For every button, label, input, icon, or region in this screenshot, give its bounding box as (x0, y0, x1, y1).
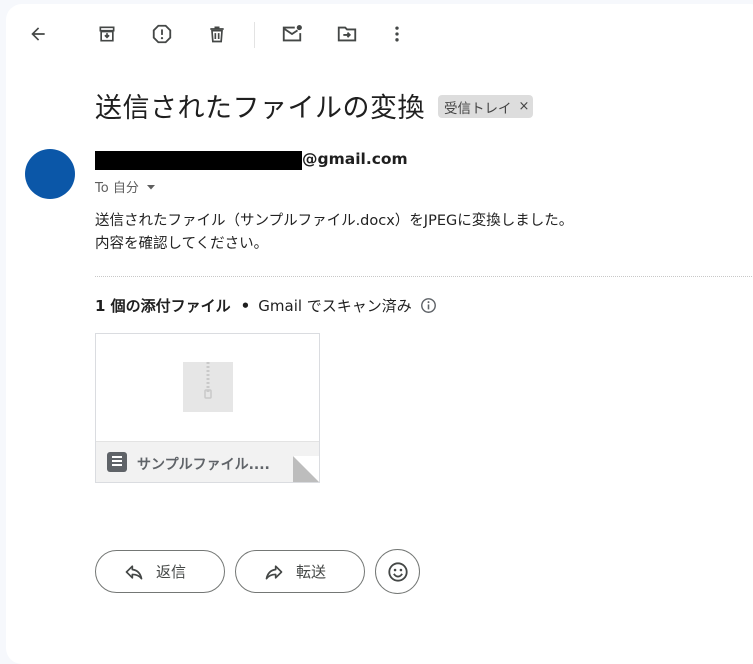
attachment-name: サンプルファイル.... (137, 457, 270, 473)
back-arrow-icon[interactable] (20, 16, 56, 52)
page-fold-corner (293, 456, 319, 482)
label-chip-inbox[interactable]: 受信トレイ × (438, 95, 534, 118)
attachment-preview[interactable] (96, 334, 319, 441)
attachment-footer[interactable]: サンプルファイル.... (96, 441, 319, 482)
delete-icon[interactable] (199, 16, 235, 52)
recipient-text: To 自分 (95, 181, 139, 196)
body-line: 送信されたファイル（サンプルファイル.docx）をJPEGに変換しました。 (95, 213, 574, 229)
attachments-header: 1 個の添付ファイル • Gmail でスキャン済み (95, 295, 437, 316)
forward-icon (265, 564, 283, 579)
email-body: 送信されたファイル（サンプルファイル.docx）をJPEGに変換しました。 内容… (95, 210, 573, 256)
move-to-icon[interactable] (329, 16, 365, 52)
remove-label-icon[interactable]: × (519, 99, 530, 114)
info-icon[interactable] (420, 297, 437, 314)
forward-button[interactable]: 転送 (235, 550, 365, 593)
redacted-sender-name (95, 151, 302, 170)
emoji-reaction-button[interactable] (375, 549, 420, 594)
toolbar-divider (254, 22, 255, 48)
attachment-card[interactable]: サンプルファイル.... (95, 333, 320, 483)
label-chip-text: 受信トレイ (444, 100, 512, 117)
zip-file-icon (183, 362, 233, 412)
forward-label: 転送 (296, 563, 327, 581)
more-vert-icon[interactable] (379, 16, 415, 52)
document-icon (107, 452, 127, 472)
mark-unread-icon[interactable] (274, 16, 310, 52)
reply-icon (125, 564, 143, 579)
smiley-icon (387, 561, 408, 582)
email-subject: 送信されたファイルの変換 (95, 93, 425, 124)
recipient-details[interactable]: To 自分 (95, 177, 157, 196)
archive-icon[interactable] (89, 16, 125, 52)
sender-email[interactable]: @gmail.com (302, 150, 408, 168)
body-line: 内容を確認してください。 (95, 236, 269, 252)
report-spam-icon[interactable] (144, 16, 180, 52)
attachments-divider (95, 276, 753, 277)
avatar[interactable] (25, 149, 75, 199)
reply-label: 返信 (156, 563, 187, 581)
scan-status: Gmail でスキャン済み (258, 297, 412, 315)
caret-down-icon[interactable] (145, 181, 157, 193)
reply-button[interactable]: 返信 (95, 550, 225, 593)
attachment-count: 1 個の添付ファイル (95, 297, 231, 315)
header-separator: • (240, 296, 251, 315)
